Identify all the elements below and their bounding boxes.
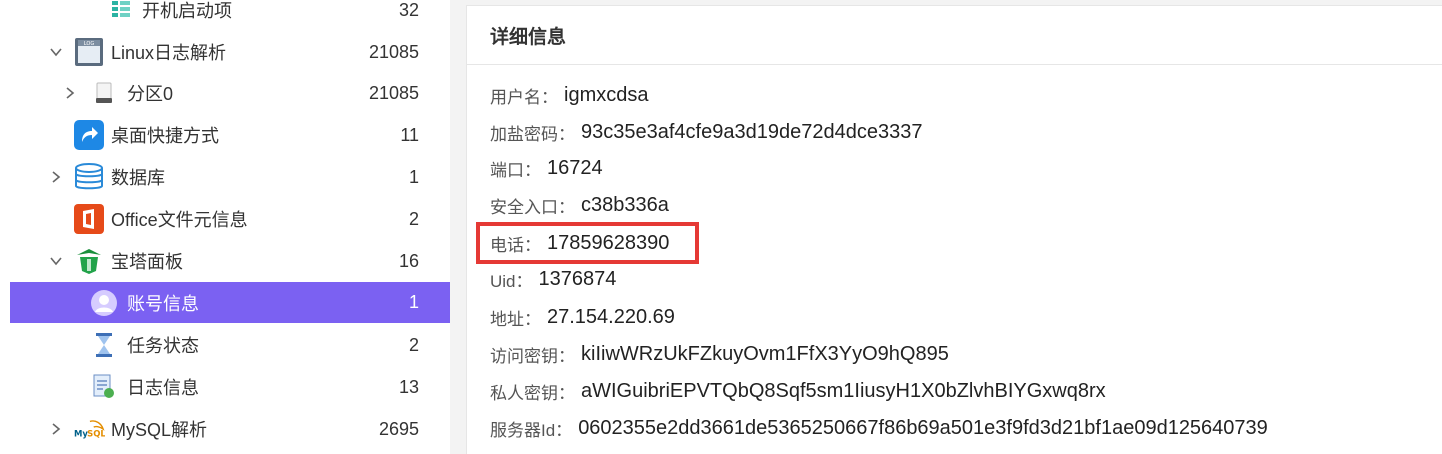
log-doc-icon: [88, 371, 120, 403]
field-security-entry: 安全入口： c38b336a: [490, 190, 669, 220]
field-uid: Uid： 1376874: [490, 264, 616, 294]
tree-item-office-metadata[interactable]: Office文件元信息 2: [10, 199, 450, 239]
tree-item-count: 11: [400, 124, 419, 145]
tree-item-count: 1: [408, 292, 419, 312]
log-file-icon: LOG: [73, 36, 105, 68]
tree-item-label: 日志信息: [127, 378, 199, 398]
tree-item-label: 桌面快捷方式: [111, 126, 219, 146]
hourglass-icon: [88, 329, 120, 361]
field-key: 访问密钥：: [490, 346, 575, 366]
field-value[interactable]: 93c35e3af4cfe9a3d19de72d4dce3337: [581, 121, 922, 144]
tree-item-count: 1: [408, 166, 419, 187]
field-value[interactable]: aWIGuibriEPVTQbQ8Sqf5sm1IiusyH1X0bZlvhBI…: [581, 380, 1106, 403]
evidence-tree: 开机启动项 32 LOG Linux日志解析 21085 分区0 21085 桌…: [0, 0, 450, 454]
field-key: 安全入口：: [490, 197, 575, 217]
field-access-key: 访问密钥： kiIiwWRzUkFZkuyOvm1FfX3YyO9hQ895: [490, 339, 949, 369]
field-key: 私人密钥：: [490, 383, 575, 403]
tree-item-task-status[interactable]: 任务状态 2: [10, 325, 450, 365]
tree-item-label: 任务状态: [127, 336, 199, 356]
tree-item-partition-0[interactable]: 分区0 21085: [10, 73, 450, 113]
phone-highlight-box: [476, 222, 699, 264]
field-server-id: 服务器Id： 0602355e2dd3661de5365250667f86b69…: [490, 413, 1268, 443]
tree-item-count: 2: [408, 208, 419, 229]
database-icon: [73, 161, 105, 193]
bt-panel-icon: [73, 245, 105, 277]
tree-item-bt-panel[interactable]: 宝塔面板 16: [10, 241, 450, 281]
field-value[interactable]: c38b336a: [581, 194, 669, 217]
tree-item-startup[interactable]: 开机启动项 32: [10, 0, 450, 30]
tree-item-count: 16: [398, 250, 419, 271]
tree-item-label: Office文件元信息: [111, 210, 248, 230]
tree-item-label: Linux日志解析: [111, 43, 227, 63]
field-value[interactable]: igmxcdsa: [564, 84, 648, 107]
user-account-icon: [88, 287, 120, 319]
field-key: 地址：: [490, 309, 541, 329]
tree-item-linux-log[interactable]: LOG Linux日志解析 21085: [10, 32, 450, 72]
tree-item-label: 分区0: [127, 84, 174, 104]
shortcut-arrow-icon: [73, 119, 105, 151]
mysql-icon: My SQL: [73, 413, 105, 445]
field-address: 地址： 27.154.220.69: [490, 302, 675, 332]
field-username: 用户名： igmxcdsa: [490, 80, 648, 110]
tree-item-label: 数据库: [111, 168, 165, 188]
startup-list-icon: [105, 0, 137, 26]
tree-item-database[interactable]: 数据库 1: [10, 157, 450, 197]
field-private-key: 私人密钥： aWIGuibriEPVTQbQ8Sqf5sm1IiusyH1X0b…: [490, 376, 1106, 406]
field-value[interactable]: 0602355e2dd3661de5365250667f86b69a501e3f…: [578, 417, 1268, 440]
drive-icon: [88, 77, 120, 109]
tree-item-label: MySQL解析: [111, 420, 208, 440]
tree-item-count: 32: [398, 0, 419, 20]
chevron-down-icon[interactable]: [47, 252, 65, 270]
tree-item-desktop-shortcuts[interactable]: 桌面快捷方式 11: [10, 115, 450, 155]
tree-item-count: 13: [398, 376, 419, 397]
tree-item-count: 2695: [378, 418, 419, 439]
field-key: 端口：: [490, 160, 541, 180]
field-port: 端口： 16724: [490, 153, 603, 183]
field-value[interactable]: 16724: [547, 157, 603, 180]
chevron-right-icon[interactable]: [61, 84, 79, 102]
field-salted-password: 加盐密码： 93c35e3af4cfe9a3d19de72d4dce3337: [490, 117, 922, 147]
tree-item-count: 21085: [368, 41, 419, 62]
chevron-right-icon[interactable]: [47, 420, 65, 438]
svg-text:LOG: LOG: [84, 41, 95, 47]
tree-item-account-info[interactable]: 账号信息 1: [10, 282, 450, 323]
tree-item-count: 21085: [368, 82, 419, 103]
office-icon: [73, 203, 105, 235]
field-key: 用户名：: [490, 87, 558, 107]
tree-item-mysql[interactable]: My SQL MySQL解析 2695: [10, 409, 450, 449]
tree-item-label: 宝塔面板: [111, 252, 183, 272]
field-key: 服务器Id：: [490, 420, 573, 440]
field-key: 加盐密码：: [490, 124, 575, 144]
field-value[interactable]: kiIiwWRzUkFZkuyOvm1FfX3YyO9hQ895: [581, 343, 949, 366]
field-key: Uid：: [490, 271, 533, 291]
chevron-right-icon[interactable]: [47, 168, 65, 186]
field-value[interactable]: 1376874: [539, 268, 617, 291]
detail-title: 详细信息: [490, 27, 567, 48]
svg-text:SQL: SQL: [87, 429, 105, 439]
tree-item-log-info[interactable]: 日志信息 13: [10, 367, 450, 407]
tree-item-label: 开机启动项: [142, 1, 232, 21]
field-value[interactable]: 27.154.220.69: [547, 306, 675, 329]
divider: [467, 64, 1442, 65]
tree-item-count: 2: [408, 334, 419, 355]
chevron-down-icon[interactable]: [47, 43, 65, 61]
tree-item-label: 账号信息: [127, 293, 199, 314]
